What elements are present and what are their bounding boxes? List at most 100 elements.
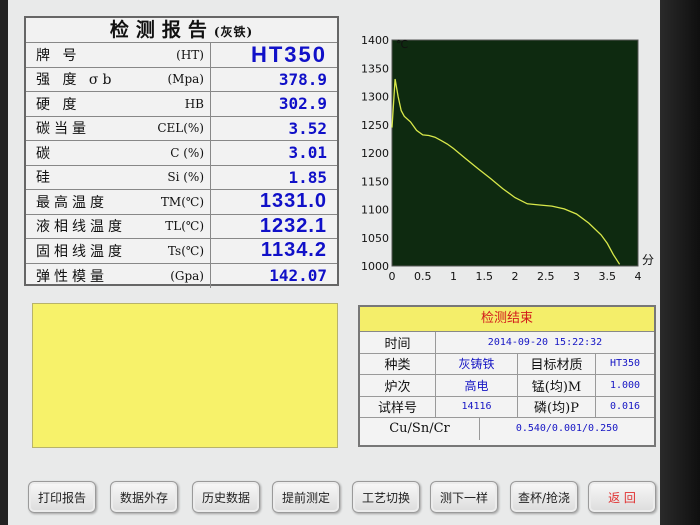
x-tick-label: 1 xyxy=(450,270,457,283)
silicon-value: 1.85 xyxy=(288,167,327,187)
result-row-furnace: 炉次 高电 锰(均)M 1.000 xyxy=(360,375,654,397)
y-tick-label: 1050 xyxy=(361,232,389,245)
furnace-label: 炉次 xyxy=(360,375,436,396)
silicon-unit: Si (%) xyxy=(167,170,204,185)
x-tick-label: 3 xyxy=(573,270,580,283)
manganese-value: 1.000 xyxy=(609,379,641,391)
y-tick-label: 1250 xyxy=(361,119,389,132)
report-row-grade: 牌 号 (HT) HT350 xyxy=(26,41,337,68)
y-tick-label: 1150 xyxy=(361,175,389,188)
process-switch-button[interactable]: 工艺切换 xyxy=(352,481,420,513)
grade-label: 牌 号 xyxy=(36,47,81,64)
report-row-carbon-equivalent: 碳当量 CEL(%) 3.52 xyxy=(26,116,337,141)
phosphorus-value: 0.016 xyxy=(609,401,641,413)
type-value: 灰铸铁 xyxy=(436,353,518,374)
solidus-temp-label: 固相线温度 xyxy=(36,243,126,260)
report-row-elastic-modulus: 弹性模量 (Gpa) 142.07 xyxy=(26,263,337,288)
carbon-unit: C (%) xyxy=(170,145,204,160)
y-tick-label: 1300 xyxy=(361,91,389,104)
screen-bezel-right xyxy=(660,0,700,525)
hardness-value: 302.9 xyxy=(278,94,327,114)
manganese-label: 锰(均)M xyxy=(518,375,596,396)
screen-bezel-left xyxy=(0,0,8,525)
result-row-type: 种类 灰铸铁 目标材质 HT350 xyxy=(360,353,654,375)
test-result-panel: 检测结束 时间 2014-09-20 15:22:32 种类 灰铸铁 目标材质 … xyxy=(358,305,656,447)
message-panel xyxy=(32,303,338,448)
x-tick-label: 0 xyxy=(389,270,396,283)
carbon-value: 3.01 xyxy=(288,143,327,163)
result-row-time: 时间 2014-09-20 15:22:32 xyxy=(360,332,654,354)
liquidus-temp-unit: TL(℃) xyxy=(165,219,204,234)
y-tick-label: 1350 xyxy=(361,62,389,75)
print-report-button[interactable]: 打印报告 xyxy=(28,481,96,513)
early-measure-button[interactable]: 提前测定 xyxy=(272,481,340,513)
test-report-table: 检测报告(灰铁) 牌 号 (HT) HT350 强 度 σb (Mpa) 378.9… xyxy=(24,16,339,288)
max-temp-label: 最高温度 xyxy=(36,194,108,211)
report-row-solidus-temp: 固相线温度 Ts(℃) 1134.2 xyxy=(26,239,337,264)
result-row-cu-sn-cr: Cu/Sn/Cr 0.540/0.001/0.250 xyxy=(360,418,654,440)
target-material-label: 目标材质 xyxy=(518,353,596,374)
y-tick-label: 1000 xyxy=(361,260,389,273)
report-row-liquidus-temp: 液相线温度 TL(℃) 1232.1 xyxy=(26,214,337,239)
x-tick-label: 4 xyxy=(635,270,642,283)
x-tick-label: 1.5 xyxy=(476,270,494,283)
type-label: 种类 xyxy=(360,353,436,374)
cooling-curve-chart: 1000 1050 1100 1150 1200 1250 1300 1350 1400 0 0.5… xyxy=(361,34,654,283)
time-value: 2014-09-20 15:22:32 xyxy=(487,336,603,348)
report-row-max-temp: 最高温度 TM(℃) 1331.0 xyxy=(26,190,337,215)
time-label: 时间 xyxy=(360,332,436,353)
carbon-equivalent-unit: CEL(%) xyxy=(157,121,204,136)
sample-number-value: 14116 xyxy=(436,396,518,417)
export-data-button[interactable]: 数据外存 xyxy=(110,481,178,513)
x-tick-label: 3.5 xyxy=(599,270,617,283)
report-row-strength: 强 度 σb (Mpa) 378.9 xyxy=(26,67,337,92)
y-axis-unit-label: ℃ xyxy=(396,38,408,51)
check-cup-pour-button[interactable]: 查杯/抢浇 xyxy=(510,481,578,513)
y-tick-label: 1400 xyxy=(361,34,389,47)
carbon-label: 碳 xyxy=(36,145,54,162)
sample-number-label: 试样号 xyxy=(360,396,436,417)
history-data-button[interactable]: 历史数据 xyxy=(192,481,260,513)
next-sample-button[interactable]: 测下一样 xyxy=(430,481,498,513)
carbon-equivalent-value: 3.52 xyxy=(288,118,327,138)
x-tick-label: 2.5 xyxy=(537,270,555,283)
report-title-material: (灰铁) xyxy=(213,25,254,39)
instrument-screen: 检测报告(灰铁) 牌 号 (HT) HT350 强 度 σb (Mpa) 378.9… xyxy=(8,0,660,525)
elastic-modulus-label: 弹性模量 xyxy=(36,268,108,285)
report-row-silicon: 硅 Si (%) 1.85 xyxy=(26,165,337,190)
solidus-temp-value: 1134.2 xyxy=(260,239,327,262)
return-button[interactable]: 返 回 xyxy=(588,481,656,513)
max-temp-value: 1331.0 xyxy=(259,190,327,213)
report-row-carbon: 碳 C (%) 3.01 xyxy=(26,141,337,166)
hardness-unit: HB xyxy=(184,96,204,111)
furnace-value: 高电 xyxy=(436,375,518,396)
phosphorus-label: 磷(均)P xyxy=(518,396,596,417)
grade-value: HT350 xyxy=(250,41,327,67)
liquidus-temp-label: 液相线温度 xyxy=(36,219,126,236)
result-row-sample: 试样号 14116 磷(均)P 0.016 xyxy=(360,396,654,418)
cooling-curve-panel: 1000 1050 1100 1150 1200 1250 1300 1350 1400 0 0.5… xyxy=(356,20,656,286)
liquidus-temp-value: 1232.1 xyxy=(259,214,327,237)
hardness-label: 硬 度 xyxy=(36,96,81,113)
cu-sn-cr-label: Cu/Sn/Cr xyxy=(360,418,480,440)
strength-label: 强 度 σb xyxy=(36,72,116,89)
x-axis-unit-label: 分 xyxy=(642,253,654,267)
report-title: 检测报告(灰铁) xyxy=(26,18,337,43)
function-button-bar: 打印报告 数据外存 历史数据 提前测定 工艺切换 测下一样 查杯/抢浇 返 回 xyxy=(22,474,662,518)
report-row-hardness: 硬 度 HB 302.9 xyxy=(26,92,337,117)
elastic-modulus-value: 142.07 xyxy=(269,266,327,286)
x-tick-label: 0.5 xyxy=(414,270,432,283)
report-title-text: 检测报告 xyxy=(109,19,214,41)
cu-sn-cr-value: 0.540/0.001/0.250 xyxy=(515,423,619,435)
strength-value: 378.9 xyxy=(278,69,327,89)
max-temp-unit: TM(℃) xyxy=(160,194,204,209)
x-tick-label: 2 xyxy=(512,270,519,283)
y-tick-label: 1100 xyxy=(361,204,389,217)
solidus-temp-unit: Ts(℃) xyxy=(167,243,204,258)
status-banner: 检测结束 xyxy=(360,307,654,332)
grade-unit: (HT) xyxy=(176,47,204,62)
target-material-value: HT350 xyxy=(609,358,641,370)
carbon-equivalent-label: 碳当量 xyxy=(36,121,90,138)
y-tick-label: 1200 xyxy=(361,147,389,160)
elastic-modulus-unit: (Gpa) xyxy=(170,268,204,283)
